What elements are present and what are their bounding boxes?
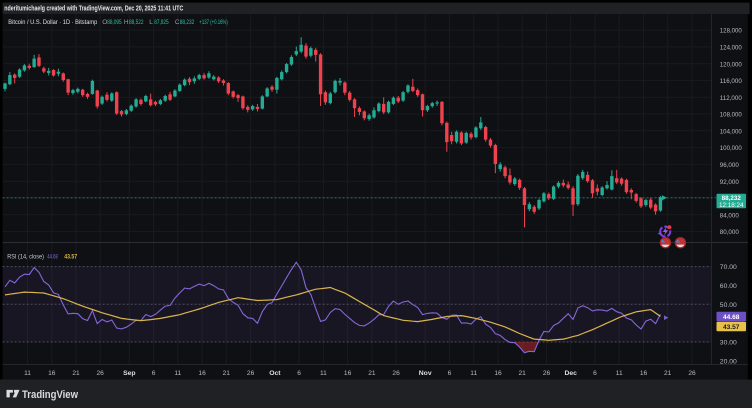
svg-text:16: 16 [344,370,352,377]
svg-text:30.00: 30.00 [720,340,737,347]
svg-text:104,000: 104,000 [720,128,742,135]
svg-text:6: 6 [593,370,597,377]
svg-text:12:18:24: 12:18:24 [719,202,744,209]
svg-text:11: 11 [320,370,327,377]
svg-text:96,000: 96,000 [720,162,739,169]
svg-text:128,000: 128,000 [720,28,742,35]
svg-text:84,000: 84,000 [720,212,739,219]
svg-text:26: 26 [247,370,255,377]
svg-text:26: 26 [543,370,551,377]
svg-text:Nov: Nov [419,370,432,377]
svg-text:26: 26 [688,370,696,377]
svg-text:120,000: 120,000 [720,61,742,68]
svg-text:+137 (+0.16%): +137 (+0.16%) [199,19,228,26]
svg-text:80,000: 80,000 [720,229,739,236]
svg-text:92,000: 92,000 [720,179,739,186]
svg-text:44.68: 44.68 [723,314,740,321]
svg-text:26: 26 [392,370,400,377]
svg-text:TradingView: TradingView [22,389,78,401]
svg-text:50.00: 50.00 [720,302,737,309]
svg-text:21: 21 [519,370,527,377]
svg-text:16: 16 [494,370,502,377]
svg-text:6: 6 [297,370,301,377]
svg-text:16: 16 [198,370,206,377]
svg-text:124,000: 124,000 [720,45,742,52]
svg-text:Sep: Sep [123,370,135,377]
svg-text:Bitcoin / U.S. Dollar · 1D · B: Bitcoin / U.S. Dollar · 1D · Bitstamp [8,19,97,26]
svg-text:21: 21 [72,370,80,377]
svg-text:16: 16 [640,370,648,377]
svg-text:21: 21 [664,370,672,377]
svg-text:26: 26 [97,370,105,377]
svg-text:88,095: 88,095 [107,19,122,26]
svg-text:Oct: Oct [269,370,281,377]
svg-text:60.00: 60.00 [720,283,737,290]
svg-text:20.00: 20.00 [720,358,737,365]
svg-text:70.00: 70.00 [720,264,737,271]
svg-text:43.57: 43.57 [64,254,77,261]
svg-text:Dec: Dec [564,370,577,377]
svg-text:112,000: 112,000 [720,95,742,102]
svg-text:100,000: 100,000 [720,145,742,152]
svg-text:11: 11 [174,370,181,377]
svg-text:21: 21 [223,370,231,377]
svg-text:L: L [149,19,153,26]
svg-text:6: 6 [152,370,156,377]
svg-text:11: 11 [470,370,477,377]
svg-text:11: 11 [24,370,31,377]
svg-text:88,522: 88,522 [129,19,144,26]
svg-text:87,925: 87,925 [154,19,169,26]
svg-text:44.68: 44.68 [47,254,58,261]
svg-text:16: 16 [48,370,56,377]
svg-text:nderitumichaelg created with T: nderitumichaelg created with TradingView… [4,6,183,13]
svg-text:108,000: 108,000 [720,112,742,119]
svg-text:116,000: 116,000 [720,78,742,85]
svg-text:RSI (14, close): RSI (14, close) [7,254,44,261]
svg-text:43.57: 43.57 [723,324,740,331]
svg-text:11: 11 [616,370,623,377]
svg-text:88,232: 88,232 [180,19,195,26]
svg-text:6: 6 [448,370,452,377]
svg-text:21: 21 [368,370,376,377]
